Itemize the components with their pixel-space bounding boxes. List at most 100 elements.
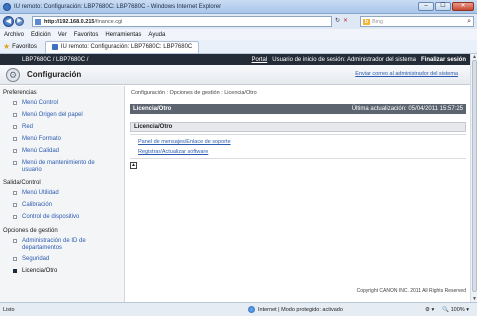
bullet-icon <box>13 203 17 207</box>
sidebar-item-control-dispositivo[interactable]: Control de dispositivo <box>0 214 124 226</box>
bullet-icon <box>13 137 17 141</box>
tab-page-icon <box>51 44 58 50</box>
logout-link[interactable]: Finalizar sesión <box>421 57 466 63</box>
bullet-icon <box>13 269 17 273</box>
protected-mode-icon[interactable]: ⚙ ▾ <box>425 307 434 313</box>
sidebar-section-salida: Salida/Control <box>3 180 41 186</box>
page-icon <box>35 18 41 25</box>
last-update: Última actualización: 05/04/2011 15:57:2… <box>351 106 463 112</box>
sidebar-item-utilidad[interactable]: Menú Utilidad <box>0 190 124 202</box>
forward-button[interactable]: ▶ <box>15 17 24 26</box>
subsection-title: Licencia/Otro <box>130 122 466 132</box>
back-button[interactable]: ◀ <box>3 16 14 27</box>
bullet-icon <box>13 149 17 153</box>
sidebar-item-label: Menú Formato <box>22 136 62 142</box>
status-text: Listo <box>3 306 15 313</box>
window-title: IU remoto: Configuración: LBP7680C: LBP7… <box>14 3 222 10</box>
sidebar-item-label: Menú Calidad <box>22 148 60 154</box>
sidebar-item-mantenimiento[interactable]: Menú de mantenimiento de usuario <box>0 160 110 178</box>
search-box[interactable]: b Bing ⌕ <box>360 16 474 27</box>
login-status: Usuario de inicio de sesión: Administrad… <box>272 56 416 63</box>
scroll-thumb[interactable] <box>472 60 477 292</box>
window-title-bar: IU remoto: Configuración: LBP7680C: LBP7… <box>0 0 477 14</box>
bing-logo-icon: b <box>363 18 371 25</box>
browser-tab[interactable]: IU remoto: Configuración: LBP7680C: LBP7… <box>44 40 200 53</box>
sidebar-item-label: Red <box>22 124 34 130</box>
device-model: LBP7680C / LBP7680C / <box>22 56 89 63</box>
bullet-icon <box>13 215 17 219</box>
sidebar-item-origen-papel[interactable]: Menú Origen del papel <box>0 112 124 124</box>
message-board-link[interactable]: Panel de mensajes/Enlace de soporte <box>138 139 231 145</box>
sidebar-item-red[interactable]: Red <box>0 124 124 136</box>
sidebar-item-calidad[interactable]: Menú Calidad <box>0 148 124 160</box>
top-bar-right: Portal Usuario de inicio de sesión: Admi… <box>252 57 466 63</box>
menu-herramientas[interactable]: Herramientas <box>105 32 141 38</box>
menu-ayuda[interactable]: Ayuda <box>148 32 165 38</box>
device-top-bar: LBP7680C / LBP7680C / Portal Usuario de … <box>0 54 470 65</box>
page-header: ⚙ Configuración Enviar correo al adminis… <box>0 65 470 85</box>
status-bar: Listo Internet | Modo protegido: activad… <box>0 302 477 316</box>
sidebar-item-label: Seguridad <box>22 256 50 262</box>
section-bar-title: Licencia/Otro <box>133 106 172 112</box>
favorites-bar: ★ Favoritos IU remoto: Configuración: LB… <box>0 40 477 54</box>
bullet-icon <box>13 257 17 261</box>
portal-link[interactable]: Portal <box>252 57 268 63</box>
sidebar-item-label: Administración de ID de departamentos <box>22 238 86 251</box>
menu-favoritos[interactable]: Favoritos <box>74 32 99 38</box>
bullet-icon <box>13 161 17 165</box>
window-controls: – ☐ ✕ <box>418 2 474 11</box>
close-button[interactable]: ✕ <box>452 2 474 11</box>
menu-edicion[interactable]: Edición <box>31 32 51 38</box>
menu-ver[interactable]: Ver <box>58 32 67 38</box>
main-content: Configuración : Opciones de gestión : Li… <box>126 86 470 302</box>
address-actions: ↻ ✕ <box>335 17 348 24</box>
zoom-control[interactable]: 🔍 100% ▾ <box>442 307 469 313</box>
minimize-button[interactable]: – <box>418 2 434 11</box>
search-icon[interactable]: ⌕ <box>467 18 471 26</box>
tab-label: IU remoto: Configuración: LBP7680C: LBP7… <box>60 44 193 50</box>
bullet-icon <box>13 125 17 129</box>
url-host: http://192.168.0.215 <box>44 18 95 25</box>
search-provider: Bing <box>372 18 384 25</box>
address-bar[interactable]: http://192.168.0.215 /finance.cgi <box>32 16 332 27</box>
favorites-button[interactable]: ★ Favoritos <box>3 42 37 51</box>
vertical-scrollbar[interactable]: ▲ ▼ <box>470 54 477 302</box>
url-path: /finance.cgi <box>94 18 123 25</box>
globe-icon <box>248 306 255 313</box>
zoom-level: 100% <box>450 306 465 313</box>
sidebar-item-label: Menú de mantenimiento de usuario <box>22 160 95 173</box>
zone-text: Internet | Modo protegido: activado <box>258 306 343 313</box>
bullet-icon <box>13 101 17 105</box>
stop-icon[interactable]: ✕ <box>343 17 348 24</box>
status-right: ⚙ ▾ 🔍 100% ▾ <box>425 307 469 313</box>
menu-archivo[interactable]: Archivo <box>4 32 24 38</box>
menu-bar: Archivo Edición Ver Favoritos Herramient… <box>0 29 477 40</box>
bullet-icon <box>13 239 17 243</box>
sidebar-section-opciones: Opciones de gestión <box>3 228 58 234</box>
copyright: Copyright CANON INC. 2011 All Rights Res… <box>356 288 466 294</box>
mail-admin-link[interactable]: Enviar correo al administrador del siste… <box>355 71 458 77</box>
bullet-icon <box>13 191 17 195</box>
maximize-button[interactable]: ☐ <box>435 2 451 11</box>
divider <box>130 158 466 159</box>
breadcrumb: Configuración : Opciones de gestión : Li… <box>131 90 257 96</box>
sidebar-item-id-departamentos[interactable]: Administración de ID de departamentos <box>0 238 110 256</box>
sidebar-item-calibracion[interactable]: Calibración <box>0 202 124 214</box>
bullet-icon <box>13 113 17 117</box>
sidebar-item-label: Licencia/Otro <box>22 268 58 274</box>
sidebar-item-label: Menú Utilidad <box>22 190 59 196</box>
sidebar-item-menu-control[interactable]: Menú Control <box>0 100 124 112</box>
page-viewport: LBP7680C / LBP7680C / Portal Usuario de … <box>0 54 470 302</box>
back-to-top-icon[interactable]: ▲ <box>130 162 137 169</box>
sidebar-item-licencia[interactable]: Licencia/Otro <box>0 268 124 280</box>
sidebar-item-formato[interactable]: Menú Formato <box>0 136 124 148</box>
sidebar-item-label: Menú Control <box>22 100 59 106</box>
sidebar-item-seguridad[interactable]: Seguridad <box>0 256 124 268</box>
favorites-label: Favoritos <box>12 43 37 50</box>
refresh-icon[interactable]: ↻ <box>335 17 340 24</box>
ie-app-icon <box>3 2 11 11</box>
register-software-link[interactable]: Registrar/Actualizar software <box>138 149 208 155</box>
sidebar-item-label: Calibración <box>22 202 53 208</box>
address-row: ◀ ▶ http://192.168.0.215 /finance.cgi ↻ … <box>0 14 477 29</box>
sidebar-item-label: Control de dispositivo <box>22 214 80 220</box>
